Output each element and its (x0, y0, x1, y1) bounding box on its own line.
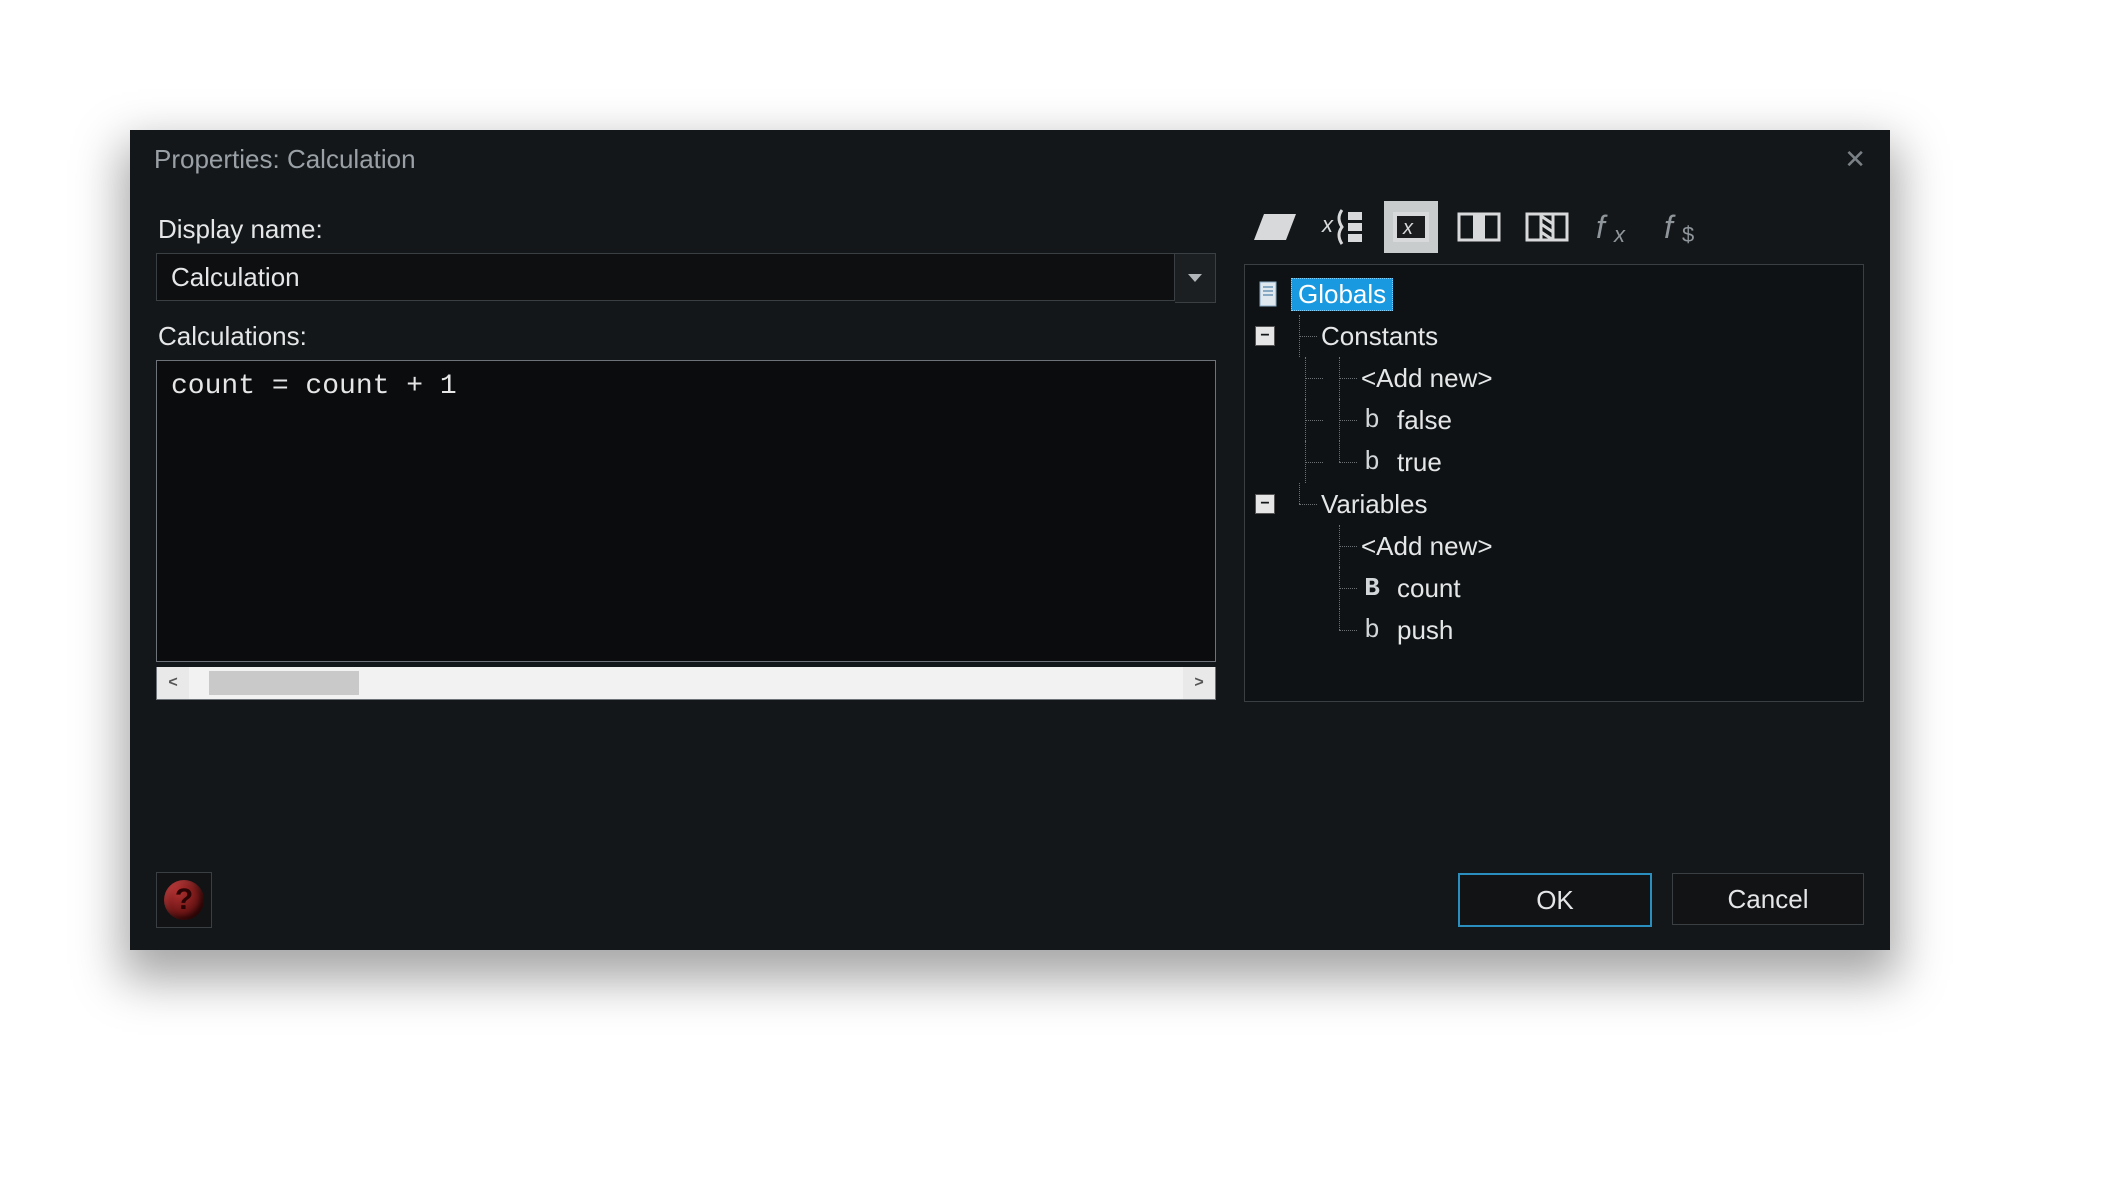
column-hatched-icon[interactable] (1520, 201, 1574, 253)
dataset-icon[interactable] (1248, 201, 1302, 253)
tree-item-label: true (1397, 447, 1442, 478)
dialog-title: Properties: Calculation (154, 144, 416, 175)
cancel-button[interactable]: Cancel (1672, 873, 1864, 925)
variable-icon[interactable]: x (1384, 201, 1438, 253)
ok-button-label: OK (1536, 885, 1574, 916)
svg-text:x: x (1402, 217, 1414, 239)
calculations-label: Calculations: (158, 321, 1216, 352)
tree-item-label: <Add new> (1361, 363, 1493, 394)
ok-button[interactable]: OK (1458, 873, 1652, 927)
svg-text:x: x (1613, 222, 1626, 247)
tree-add-new-variables[interactable]: <Add new> (1255, 525, 1853, 567)
calculations-hscrollbar[interactable]: < > (156, 667, 1216, 700)
properties-calculation-dialog: Properties: Calculation ✕ Display name: … (130, 130, 1890, 950)
svg-text:f: f (1596, 209, 1608, 245)
bold-type-icon: B (1359, 575, 1385, 601)
tree-group-variables[interactable]: − Variables (1255, 483, 1853, 525)
tree-add-new-constants[interactable]: <Add new> (1255, 357, 1853, 399)
display-name-label: Display name: (158, 214, 1216, 245)
display-name-input[interactable] (156, 253, 1175, 301)
fx-icon[interactable]: fx (1588, 201, 1642, 253)
help-icon: ? (164, 880, 204, 920)
tree-item-false[interactable]: b false (1255, 399, 1853, 441)
svg-text:x: x (1321, 212, 1334, 237)
column-icon[interactable] (1452, 201, 1506, 253)
scroll-left-icon[interactable]: < (157, 667, 189, 699)
tree-group-constants[interactable]: − Constants (1255, 315, 1853, 357)
bool-type-icon: b (1359, 407, 1385, 433)
tree-item-push[interactable]: b push (1255, 609, 1853, 651)
scroll-right-icon[interactable]: > (1183, 667, 1215, 699)
tree-item-true[interactable]: b true (1255, 441, 1853, 483)
globals-tree[interactable]: Globals − Constants <Add new> b false (1244, 264, 1864, 702)
tree-item-label: count (1397, 573, 1461, 604)
tree-group-label: Variables (1321, 489, 1427, 520)
group-brace-icon[interactable]: x (1316, 201, 1370, 253)
tree-root[interactable]: Globals (1255, 273, 1853, 315)
chevron-down-icon (1188, 274, 1202, 282)
bool-type-icon: b (1359, 449, 1385, 475)
collapse-icon[interactable]: − (1255, 326, 1275, 346)
bool-type-icon: b (1359, 617, 1385, 643)
svg-text:$: $ (1682, 222, 1694, 247)
title-bar: Properties: Calculation ✕ (130, 130, 1890, 188)
f-dollar-icon[interactable]: f$ (1656, 201, 1710, 253)
tree-item-label: push (1397, 615, 1453, 646)
tree-group-label: Constants (1321, 321, 1438, 352)
variable-toolbar: x x (1244, 196, 1864, 264)
document-icon (1257, 281, 1283, 307)
scroll-thumb[interactable] (209, 671, 359, 695)
svg-text:f: f (1664, 209, 1676, 245)
close-icon[interactable]: ✕ (1844, 144, 1866, 175)
tree-item-label: false (1397, 405, 1452, 436)
tree-root-label: Globals (1291, 278, 1393, 311)
calculations-textarea[interactable] (156, 360, 1216, 662)
tree-item-count[interactable]: B count (1255, 567, 1853, 609)
tree-item-label: <Add new> (1361, 531, 1493, 562)
help-button[interactable]: ? (156, 872, 212, 928)
cancel-button-label: Cancel (1728, 884, 1809, 915)
display-name-dropdown-button[interactable] (1175, 253, 1216, 303)
collapse-icon[interactable]: − (1255, 494, 1275, 514)
